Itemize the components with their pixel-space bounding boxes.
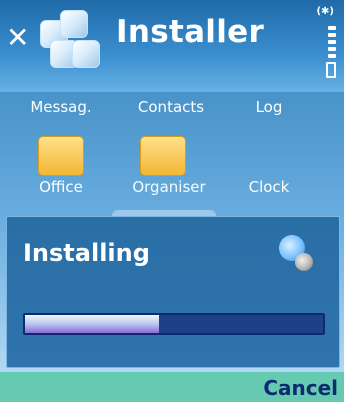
dialog-title: Installing [23,239,150,267]
close-icon[interactable]: ✕ [6,24,29,52]
battery-icon [326,62,336,78]
installing-dialog: Installing [6,216,340,368]
app-title: Installer [116,14,265,50]
app-label-office[interactable]: Office [6,178,116,196]
app-grid: Messag. Contacts Log Office 30 Organiser… [0,86,344,294]
bluetooth-indicator: (✱) [316,6,334,17]
app-label-log[interactable]: Log [214,98,324,116]
cancel-softkey[interactable]: Cancel [263,376,338,400]
organiser-folder-icon[interactable] [140,136,186,176]
install-progress-fill [25,315,160,333]
app-label-clock[interactable]: Clock [214,178,324,196]
app-label-contacts[interactable]: Contacts [116,98,226,116]
install-progress-bar [23,313,325,335]
app-label-messag[interactable]: Messag. [6,98,116,116]
top-bar: ✕ Installer (✱) [0,0,344,92]
installer-app-icon [40,10,102,72]
gears-icon [279,235,319,275]
office-folder-icon[interactable] [38,136,84,176]
app-label-organiser[interactable]: Organiser [114,178,224,196]
